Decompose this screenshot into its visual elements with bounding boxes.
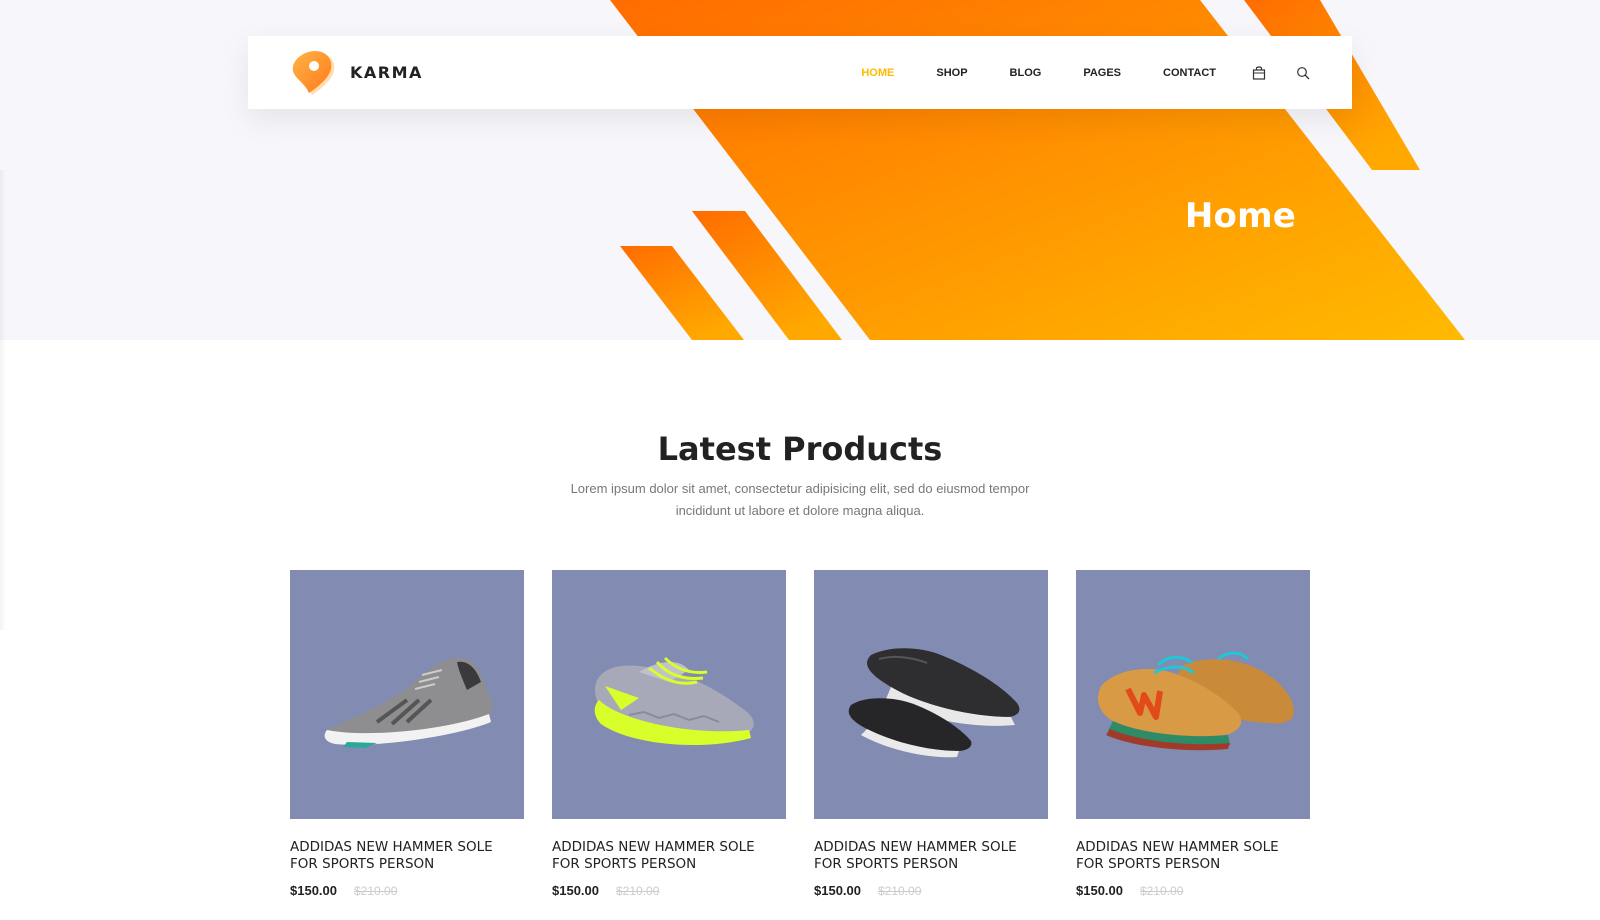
price-row: $150.00 $210.00: [814, 883, 1048, 898]
product-name[interactable]: ADDIDAS NEW HAMMER SOLE FOR SPORTS PERSO…: [552, 839, 786, 873]
product-image-tan-leather-sneakers[interactable]: [1076, 570, 1310, 819]
product-price: $150.00: [1076, 883, 1123, 898]
price-row: $150.00 $210.00: [290, 883, 524, 898]
nav-menu: HOME SHOP BLOG PAGES CONTACT: [819, 64, 1312, 82]
price-row: $150.00 $210.00: [1076, 883, 1310, 898]
product-name[interactable]: ADDIDAS NEW HAMMER SOLE FOR SPORTS PERSO…: [290, 839, 524, 873]
product-old-price: $210.00: [354, 884, 398, 898]
product-price: $150.00: [290, 883, 337, 898]
product-image-grey-neon-running-shoe[interactable]: [552, 570, 786, 819]
product-old-price: $210.00: [1140, 884, 1184, 898]
product-card[interactable]: ADDIDAS NEW HAMMER SOLE FOR SPORTS PERSO…: [1076, 570, 1310, 898]
nav-item-contact[interactable]: CONTACT: [1163, 67, 1216, 79]
banner-heading: Home: [1184, 196, 1296, 236]
main-navbar: KARMA HOME SHOP BLOG PAGES CONTACT: [248, 36, 1352, 109]
product-name[interactable]: ADDIDAS NEW HAMMER SOLE FOR SPORTS PERSO…: [814, 839, 1048, 873]
location-pin-logo-icon: [292, 50, 335, 95]
product-old-price: $210.00: [878, 884, 922, 898]
page-edge-shadow: [0, 170, 6, 630]
nav-item-blog[interactable]: BLOG: [1010, 67, 1042, 79]
shopping-bag-icon[interactable]: [1250, 64, 1268, 82]
section-subtitle: Lorem ipsum dolor sit amet, consectetur …: [570, 481, 1030, 518]
product-card[interactable]: ADDIDAS NEW HAMMER SOLE FOR SPORTS PERSO…: [814, 570, 1048, 898]
price-row: $150.00 $210.00: [552, 883, 786, 898]
nav-item-home[interactable]: HOME: [861, 67, 894, 79]
product-old-price: $210.00: [616, 884, 660, 898]
brand[interactable]: KARMA: [288, 47, 423, 99]
product-card[interactable]: ADDIDAS NEW HAMMER SOLE FOR SPORTS PERSO…: [290, 570, 524, 898]
section-title: Latest Products: [657, 430, 943, 468]
product-name[interactable]: ADDIDAS NEW HAMMER SOLE FOR SPORTS PERSO…: [1076, 839, 1310, 873]
product-image-grey-running-shoe[interactable]: [290, 570, 524, 819]
search-icon[interactable]: [1294, 64, 1312, 82]
product-card[interactable]: ADDIDAS NEW HAMMER SOLE FOR SPORTS PERSO…: [552, 570, 786, 898]
product-image-black-slip-on-shoes[interactable]: [814, 570, 1048, 819]
nav-item-pages[interactable]: PAGES: [1083, 67, 1121, 79]
nav-item-shop[interactable]: SHOP: [936, 67, 967, 79]
product-grid: ADDIDAS NEW HAMMER SOLE FOR SPORTS PERSO…: [290, 570, 1312, 910]
product-price: $150.00: [814, 883, 861, 898]
product-price: $150.00: [552, 883, 599, 898]
brand-name: KARMA: [350, 63, 423, 82]
